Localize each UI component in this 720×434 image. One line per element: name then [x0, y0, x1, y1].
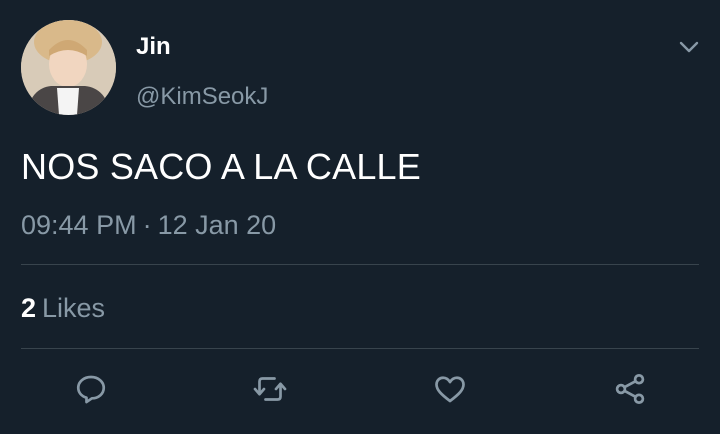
avatar[interactable]: [21, 20, 116, 115]
reply-button[interactable]: [71, 369, 111, 409]
likes-count: 2: [21, 293, 37, 323]
share-icon: [615, 374, 645, 404]
likes-label: Likes: [42, 293, 106, 323]
share-button[interactable]: [610, 369, 650, 409]
tweet-timestamp: 09:44 PM · 12 Jan 20: [21, 210, 276, 241]
tweet-text: NOS SACO A LA CALLE: [21, 146, 421, 187]
heart-icon: [435, 376, 465, 403]
reply-icon: [76, 375, 106, 404]
divider: [21, 348, 699, 349]
chevron-down-icon[interactable]: [676, 34, 702, 60]
likes-link[interactable]: 2 Likes: [21, 293, 105, 324]
user-handle[interactable]: @KimSeokJ: [136, 83, 268, 111]
display-name[interactable]: Jin: [136, 33, 171, 61]
tweet-time: 09:44 PM: [21, 210, 137, 240]
retweet-icon: [253, 377, 287, 401]
tweet-date: 12 Jan 20: [157, 210, 277, 240]
retweet-button[interactable]: [250, 369, 290, 409]
meta-separator: ·: [142, 210, 152, 240]
divider: [21, 264, 699, 265]
like-button[interactable]: [430, 369, 470, 409]
